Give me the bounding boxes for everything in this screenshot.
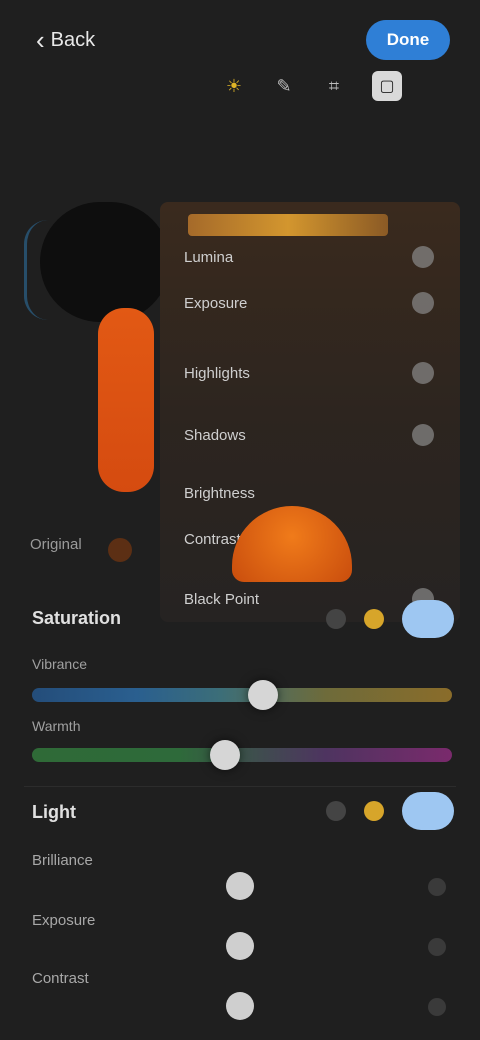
menu-item-shadows[interactable]: Shadows	[184, 420, 434, 450]
section-title-light: Light	[32, 802, 76, 822]
brilliance-label: Brilliance	[32, 852, 93, 869]
warmth-thumb[interactable]	[210, 740, 241, 770]
tool-row: ☀ ✎ ⌗ ▢	[222, 68, 422, 104]
contrast-label: Contrast	[32, 970, 89, 987]
brilliance-reset-icon[interactable]	[428, 878, 446, 896]
check-icon	[412, 424, 434, 446]
section-title-saturation: Saturation	[32, 608, 122, 628]
pencil-icon[interactable]: ✎	[272, 74, 296, 98]
brilliance-thumb[interactable]	[226, 872, 254, 900]
back-button[interactable]: ‹ Back	[36, 22, 110, 58]
menu-item-lumina[interactable]: Lumina	[184, 242, 434, 272]
image-preview[interactable]: Lumina Exposure Highlights Shadows Brigh…	[0, 100, 480, 622]
warmth-label: Warmth	[32, 718, 81, 734]
exposure-reset-icon[interactable]	[428, 938, 446, 956]
header: ‹ Back Done	[0, 0, 480, 78]
vibrance-label: Vibrance	[32, 656, 88, 672]
check-icon	[412, 246, 434, 268]
swatch-blue-toggle[interactable]	[402, 792, 454, 830]
square-icon[interactable]: ▢	[372, 71, 402, 101]
chevron-left-icon: ‹	[36, 25, 45, 55]
orange-highlight	[98, 308, 154, 492]
done-button[interactable]: Done	[366, 20, 450, 60]
check-icon	[412, 362, 434, 384]
light-swatches	[326, 792, 454, 830]
vibrance-thumb[interactable]	[248, 680, 278, 710]
menu-item-exposure[interactable]: Exposure	[184, 288, 434, 318]
crop-icon[interactable]: ⌗	[322, 74, 346, 98]
menu-top-accent	[188, 214, 388, 236]
image-shadow	[40, 202, 170, 322]
contrast-thumb[interactable]	[226, 992, 254, 1020]
image-caption: Original	[30, 536, 82, 553]
swatch-gold[interactable]	[364, 801, 384, 821]
contrast-reset-icon[interactable]	[428, 998, 446, 1016]
swatch-blue-toggle[interactable]	[402, 600, 454, 638]
exposure-thumb[interactable]	[226, 932, 254, 960]
orange-dot	[108, 538, 132, 562]
menu-item-brightness[interactable]: Brightness	[184, 478, 434, 508]
vibrance-slider[interactable]	[32, 688, 452, 702]
saturation-swatches	[326, 600, 454, 638]
swatch-dark[interactable]	[326, 609, 346, 629]
swatch-gold[interactable]	[364, 609, 384, 629]
menu-item-highlights[interactable]: Highlights	[184, 358, 434, 388]
exposure-label: Exposure	[32, 912, 96, 929]
divider	[24, 786, 456, 787]
warmth-slider[interactable]	[32, 748, 452, 762]
swatch-dark[interactable]	[326, 801, 346, 821]
check-icon	[412, 292, 434, 314]
back-label: Back	[50, 28, 96, 51]
sun-icon[interactable]: ☀	[222, 74, 246, 98]
